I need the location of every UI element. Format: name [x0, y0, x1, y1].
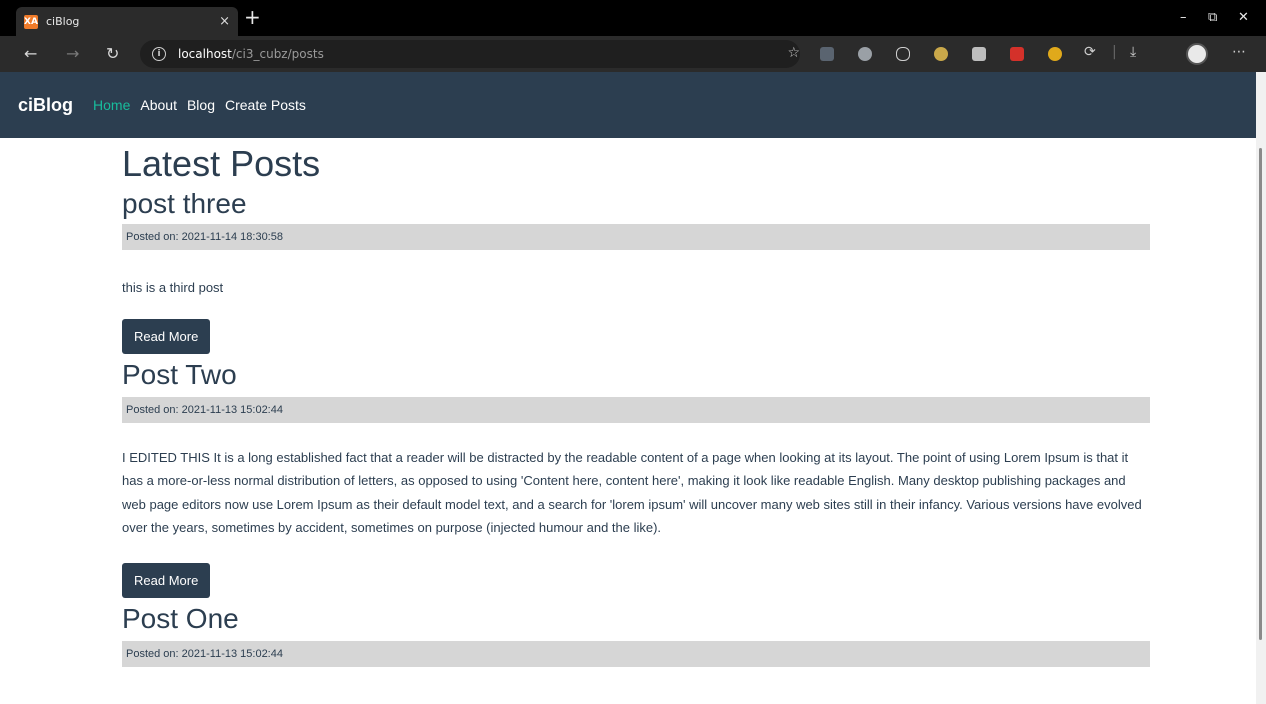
main-content: Latest Posts post three Posted on: 2021-…	[122, 138, 1150, 667]
new-tab-icon[interactable]: +	[244, 6, 261, 28]
refresh-icon[interactable]: ↻	[106, 44, 119, 64]
page-title: Latest Posts	[122, 143, 321, 184]
extension-yellow-icon[interactable]	[1048, 47, 1062, 61]
tab-close-icon[interactable]: ×	[219, 14, 230, 29]
extension-mouse-icon[interactable]	[896, 47, 910, 61]
window-close-icon[interactable]: ✕	[1238, 10, 1249, 25]
read-more-button[interactable]: Read More	[122, 562, 211, 598]
minimize-icon[interactable]: –	[1180, 10, 1187, 25]
post-body: this is a third post	[122, 280, 224, 295]
read-more-button[interactable]: Read More	[122, 318, 211, 354]
extensions-puzzle-icon[interactable]: ⟳	[1084, 44, 1096, 60]
profile-icon[interactable]	[1186, 43, 1208, 65]
scrollbar-thumb[interactable]	[1259, 148, 1262, 640]
post-item: post three Posted on: 2021-11-14 18:30:5…	[122, 186, 1150, 354]
xampp-favicon-icon: XA	[24, 14, 38, 29]
extension-card-icon[interactable]	[972, 47, 986, 61]
browser-toolbar: ← → ↻ i localhost/ci3_cubz/posts ☆ ⟳ | ⤓…	[0, 36, 1266, 72]
post-title: post three	[122, 188, 247, 219]
toolbar-divider: |	[1112, 44, 1117, 60]
post-item: Post One Posted on: 2021-11-13 15:02:44	[122, 601, 1150, 667]
tab-title: ciBlog	[46, 15, 80, 28]
post-date: Posted on: 2021-11-13 15:02:44	[122, 396, 1150, 423]
post-title: Post Two	[122, 358, 237, 390]
url-host: localhost	[178, 47, 232, 61]
favorite-icon[interactable]: ☆	[787, 45, 800, 61]
extension-camera-icon[interactable]	[858, 47, 872, 61]
forward-icon[interactable]: →	[66, 44, 79, 64]
post-date: Posted on: 2021-11-13 15:02:44	[122, 640, 1150, 667]
extension-shield-icon[interactable]	[820, 47, 834, 61]
extension-red-icon[interactable]	[1010, 47, 1024, 61]
site-navbar: ciBlog Home About Blog Create Posts	[0, 72, 1256, 138]
extension-owl-icon[interactable]	[934, 47, 948, 61]
post-body: I EDITED THIS It is a long established f…	[122, 449, 1142, 536]
nav-link-blog[interactable]: Blog	[187, 97, 215, 113]
page-scrollbar[interactable]	[1256, 72, 1266, 704]
nav-link-about[interactable]: About	[140, 97, 177, 113]
post-item: Post Two Posted on: 2021-11-13 15:02:44 …	[122, 357, 1150, 598]
browser-tab[interactable]: XA ciBlog ×	[16, 7, 238, 36]
post-date: Posted on: 2021-11-14 18:30:58	[122, 224, 1150, 250]
more-icon[interactable]: ⋯	[1232, 44, 1246, 60]
address-bar[interactable]: i localhost/ci3_cubz/posts ☆	[140, 40, 800, 68]
info-icon[interactable]: i	[152, 47, 166, 61]
post-title: Post One	[122, 602, 239, 634]
browser-titlebar: XA ciBlog × + – ⧉ ✕	[0, 0, 1266, 36]
brand-logo[interactable]: ciBlog	[18, 95, 73, 116]
nav-link-home[interactable]: Home	[93, 97, 130, 113]
restore-icon[interactable]: ⧉	[1208, 10, 1217, 25]
url-path: /ci3_cubz/posts	[231, 47, 324, 61]
downloads-icon[interactable]: ⤓	[1130, 44, 1136, 60]
back-icon[interactable]: ←	[24, 44, 37, 64]
nav-link-create-posts[interactable]: Create Posts	[225, 97, 306, 113]
